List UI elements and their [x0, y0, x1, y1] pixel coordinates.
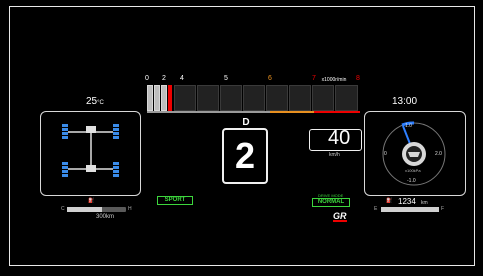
tach-tick-0: 0 [145, 75, 149, 82]
tach-segment [289, 85, 311, 111]
tach-segment [266, 85, 288, 111]
tach-tick-2: 2 [162, 75, 166, 82]
tach-segment [312, 85, 334, 111]
boost-gauge-dial [382, 121, 446, 186]
tach-tick-8: 8 [356, 75, 360, 82]
awd-diagram-icon [62, 124, 119, 177]
tach-segment [154, 85, 160, 111]
odometer-icon: ⛽ [386, 198, 393, 204]
gear-position-box: 2 [222, 128, 268, 184]
tach-segment [147, 85, 153, 111]
outside-temperature: 25°C [86, 96, 104, 107]
tach-tick-4: 4 [180, 75, 184, 82]
speed-unit: km/h [329, 152, 340, 158]
fuel-gauge-bar [67, 207, 126, 212]
tach-segment [174, 85, 196, 111]
gear-number: 2 [234, 135, 256, 176]
tach-segment [335, 85, 358, 111]
sport-mode-label: SPORT [164, 197, 186, 203]
normal-mode-label: NORMAL [317, 199, 345, 205]
drivetrain-panel [40, 111, 141, 196]
boost-unit: x100kPa [405, 168, 421, 173]
tach-baseline-red [314, 111, 360, 113]
instrument-cluster: 0 2 4 5 6 7 x1000r/min 8 25°C 13:00 ⛽ C … [0, 0, 483, 276]
odometer-left-label: E [374, 206, 378, 212]
boost-label-minus1: -1.0 [407, 178, 416, 184]
fuel-range: 300km [96, 214, 115, 220]
boost-gauge-panel: 1.0 0 2.0 -1.0 x100kPa [364, 111, 466, 196]
temperature-value: 25 [86, 96, 98, 107]
odometer-right-label: F [441, 206, 445, 212]
odometer-value: 1234 [398, 197, 416, 206]
fuel-pump-icon: ⛽ [88, 198, 95, 204]
fuel-low-label: C [61, 206, 65, 212]
tach-segment [168, 85, 172, 111]
fuel-high-label: H [128, 206, 132, 212]
gr-logo: GR [333, 211, 347, 222]
tach-baseline-orange [270, 111, 314, 113]
tach-baseline-white [147, 111, 270, 113]
boost-label-zero: 0 [384, 151, 387, 157]
speed-value: 40 [328, 127, 351, 149]
fuel-gauge-fill [67, 207, 103, 212]
gear-mode: D [242, 117, 250, 128]
boost-label-plus1: 1.0 [405, 123, 412, 129]
odometer-bar [381, 207, 439, 212]
clock: 13:00 [392, 96, 418, 107]
sport-mode-indicator: SPORT [157, 196, 193, 205]
tach-segment [243, 85, 265, 111]
tach-tick-5: 5 [224, 75, 228, 82]
odometer-unit: km [421, 200, 428, 206]
tach-segment [197, 85, 219, 111]
boost-label-plus2: 2.0 [435, 151, 442, 157]
normal-mode-indicator: NORMAL [312, 198, 350, 207]
tach-tick-7: 7 [312, 75, 316, 82]
tach-segment [161, 85, 167, 111]
tach-tick-6: 6 [268, 75, 272, 82]
tach-unit: x1000r/min [321, 77, 347, 83]
temperature-unit: °C [97, 100, 104, 106]
tach-segment [220, 85, 242, 111]
odometer-bar-fill [381, 207, 439, 212]
